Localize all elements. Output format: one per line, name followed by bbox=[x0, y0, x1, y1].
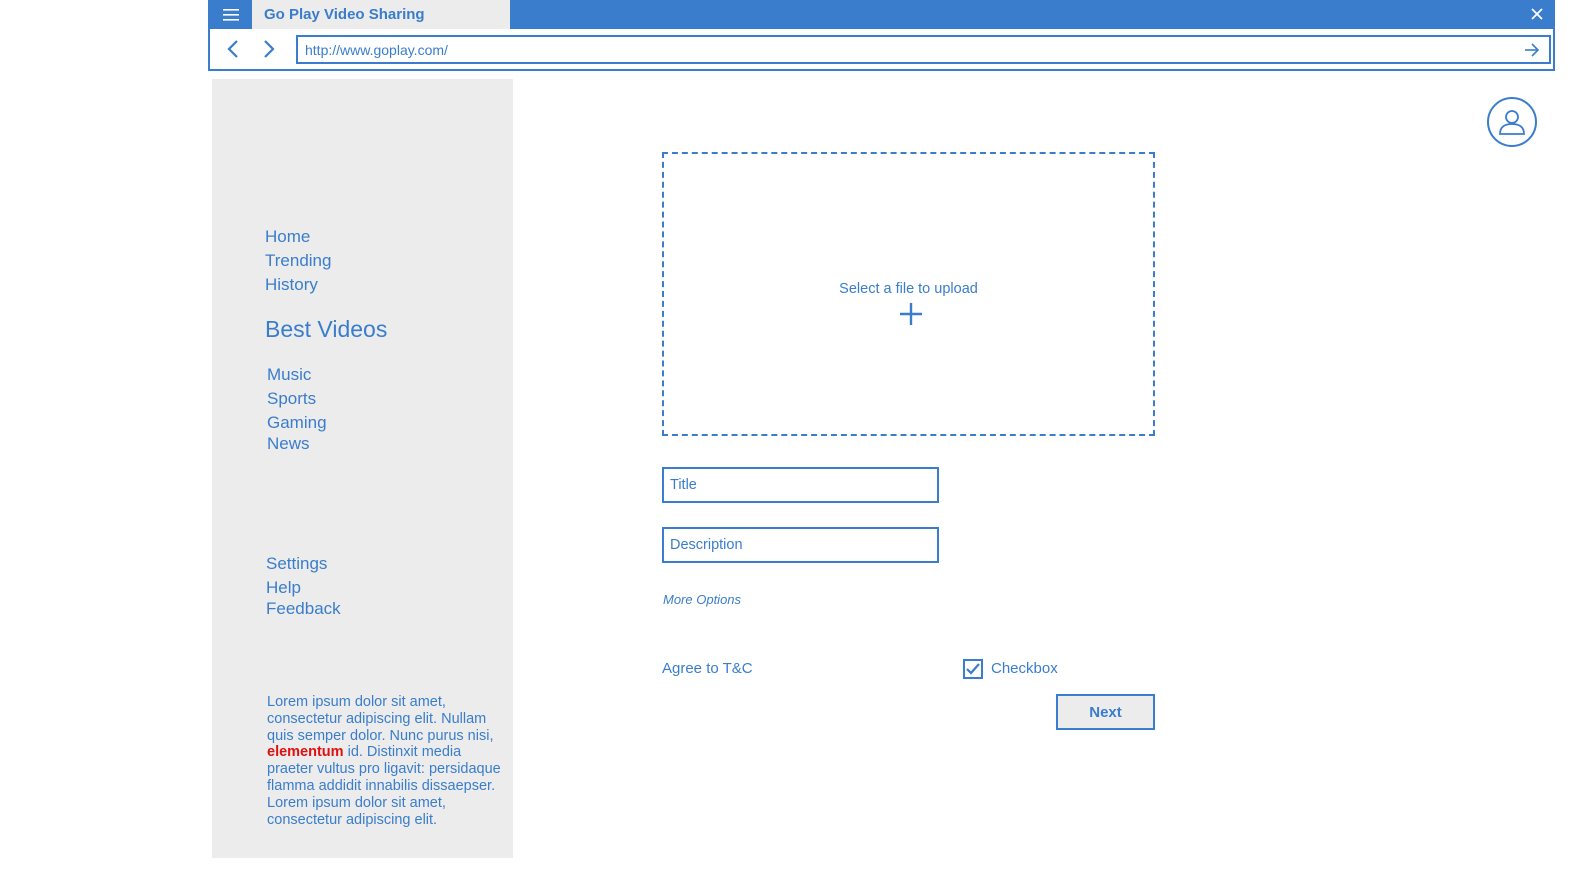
description-input[interactable] bbox=[662, 527, 939, 563]
lorem-highlight: elementum bbox=[267, 744, 344, 761]
tab-title: Go Play Video Sharing bbox=[264, 6, 425, 23]
tab-go-play[interactable]: Go Play Video Sharing bbox=[252, 0, 510, 29]
sidebar-item-home[interactable]: Home bbox=[265, 227, 310, 247]
close-icon bbox=[1531, 8, 1543, 20]
more-options-link[interactable]: More Options bbox=[663, 592, 741, 607]
sidebar-item-sports[interactable]: Sports bbox=[267, 389, 316, 409]
sidebar-item-trending[interactable]: Trending bbox=[265, 251, 331, 271]
back-button[interactable] bbox=[222, 38, 244, 60]
checkmark-icon bbox=[966, 663, 980, 675]
upload-label: Select a file to upload bbox=[839, 281, 978, 297]
agree-terms-label: Agree to T&C bbox=[662, 660, 753, 677]
hamburger-icon bbox=[223, 8, 239, 21]
terms-checkbox[interactable] bbox=[963, 659, 983, 679]
chevron-left-icon bbox=[227, 40, 238, 58]
section-heading-best-videos: Best Videos bbox=[265, 316, 388, 342]
chevron-right-icon bbox=[264, 40, 275, 58]
sidebar-item-gaming[interactable]: Gaming bbox=[267, 413, 327, 433]
sidebar-item-feedback[interactable]: Feedback bbox=[266, 599, 341, 619]
browser-window: Go Play Video Sharing bbox=[208, 0, 1555, 71]
checkbox-label[interactable]: Checkbox bbox=[991, 660, 1058, 677]
file-upload-dropzone[interactable]: Select a file to upload bbox=[662, 152, 1155, 436]
sidebar-description: Lorem ipsum dolor sit amet, consectetur … bbox=[267, 694, 507, 828]
sidebar-item-music[interactable]: Music bbox=[267, 365, 311, 385]
go-button[interactable] bbox=[1521, 39, 1543, 61]
close-button[interactable] bbox=[1527, 4, 1547, 24]
lorem-text-start: Lorem ipsum dolor sit amet, consectetur … bbox=[267, 694, 494, 744]
address-bar[interactable] bbox=[296, 35, 1551, 64]
title-bar: Go Play Video Sharing bbox=[210, 0, 1553, 29]
sidebar: Home Trending History Best Videos Music … bbox=[212, 79, 513, 858]
next-button[interactable]: Next bbox=[1056, 694, 1155, 730]
plus-icon bbox=[900, 303, 922, 325]
user-icon bbox=[1499, 110, 1525, 135]
forward-button[interactable] bbox=[258, 38, 280, 60]
sidebar-item-news[interactable]: News bbox=[267, 434, 310, 454]
title-input[interactable] bbox=[662, 467, 939, 503]
avatar[interactable] bbox=[1487, 97, 1537, 147]
menu-button[interactable] bbox=[210, 0, 252, 29]
sidebar-item-help[interactable]: Help bbox=[266, 578, 301, 598]
sidebar-item-history[interactable]: History bbox=[265, 275, 318, 295]
sidebar-item-settings[interactable]: Settings bbox=[266, 554, 327, 574]
arrow-right-icon bbox=[1525, 43, 1540, 57]
